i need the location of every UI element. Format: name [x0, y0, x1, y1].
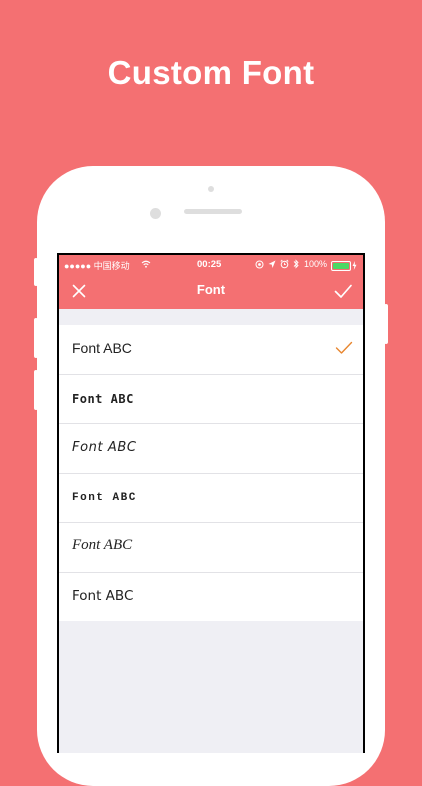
battery-icon [331, 261, 351, 271]
alarm-icon [280, 259, 289, 269]
font-option-3[interactable]: Font ABC [59, 424, 363, 474]
font-option-1[interactable]: Font ABC [59, 325, 363, 375]
headline: Custom Font [107, 54, 315, 91]
font-option-label: Font ABC [72, 491, 137, 504]
clock-time: 00:25 [197, 259, 222, 270]
status-bar: ●●●●● 中国移动 00:25 100% [59, 255, 363, 275]
battery-percentage: 100% [304, 259, 328, 269]
font-option-6[interactable]: Font ABC [59, 573, 363, 622]
front-camera [150, 208, 161, 219]
charging-bolt-icon [352, 261, 357, 270]
font-option-label: Font ABC [72, 340, 132, 356]
font-list: Font ABC Font ABC Font ABC Font ABC Font… [59, 325, 363, 621]
proximity-sensor [208, 186, 214, 192]
font-option-4[interactable]: Font ABC [59, 474, 363, 523]
screen-lock-icon [255, 260, 264, 269]
checkmark-icon[interactable] [333, 281, 353, 301]
earpiece-speaker [184, 209, 242, 214]
font-option-5[interactable]: Font ABC [59, 523, 363, 573]
volume-up-button [34, 318, 38, 358]
carrier-label: ●●●●● 中国移动 [64, 261, 130, 271]
phone-screen: ●●●●● 中国移动 00:25 100% Font Font ABC Font… [57, 253, 365, 753]
location-icon [268, 260, 276, 268]
font-option-label: Font ABC [72, 537, 133, 553]
volume-down-button [34, 370, 38, 410]
font-option-label: Font ABC [72, 587, 134, 604]
selected-checkmark-icon [335, 341, 353, 354]
font-option-label: Font ABC [72, 391, 134, 406]
wifi-icon [141, 260, 151, 268]
power-button [384, 304, 388, 344]
nav-title: Font [196, 282, 226, 297]
font-option-label: Font ABC [72, 440, 137, 455]
bluetooth-icon [293, 259, 299, 269]
mute-switch [34, 258, 38, 286]
font-option-2[interactable]: Font ABC [59, 375, 363, 424]
battery-level-fill [333, 263, 349, 269]
screen-content: ●●●●● 中国移动 00:25 100% Font Font ABC Font… [59, 255, 363, 753]
navigation-header: ●●●●● 中国移动 00:25 100% Font [59, 255, 363, 309]
